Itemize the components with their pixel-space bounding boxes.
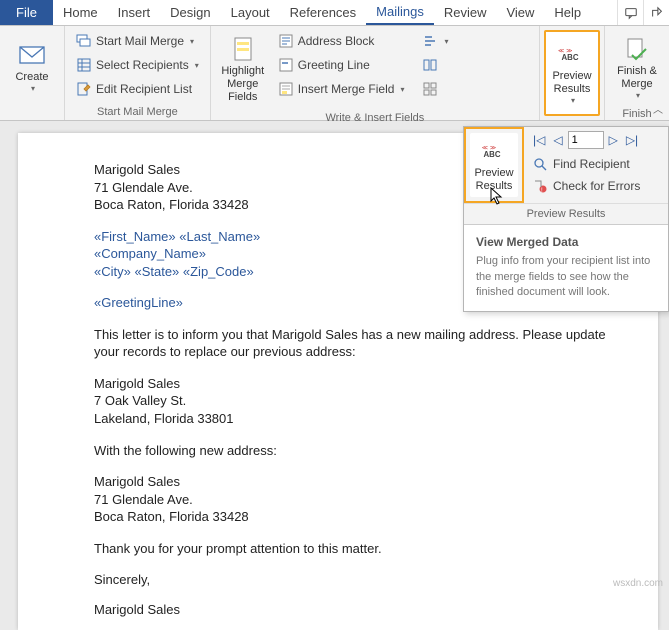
share-icon[interactable] xyxy=(643,0,669,25)
group-create: Create ▾ xyxy=(0,26,65,120)
preview-results-panel-button[interactable]: ≪ ≫ABC Preview Results xyxy=(470,133,518,197)
closing: Sincerely, xyxy=(94,571,658,589)
caret-down-icon: ▾ xyxy=(190,37,194,46)
start-mail-merge-button[interactable]: Start Mail Merge ▾ xyxy=(71,30,204,52)
group-create-label xyxy=(6,104,58,118)
update-labels-button[interactable] xyxy=(417,78,453,100)
tab-insert[interactable]: Insert xyxy=(108,0,161,25)
address-block-icon xyxy=(278,33,294,49)
highlight-merge-fields-button[interactable]: Highlight Merge Fields xyxy=(217,30,269,110)
body-paragraph: With the following new address: xyxy=(94,442,658,460)
ribbon-tabs: File Home Insert Design Layout Reference… xyxy=(0,0,669,26)
tab-references[interactable]: References xyxy=(280,0,366,25)
next-record-button[interactable]: ▷ xyxy=(606,133,621,147)
new-address-line: Boca Raton, Florida 33428 xyxy=(94,508,658,526)
rules-icon xyxy=(422,33,438,49)
record-navigation: |◁ ◁ ▷ ▷| xyxy=(530,131,662,149)
group-write-insert-label: Write & Insert Fields xyxy=(217,110,533,124)
check-errors-icon: ! xyxy=(532,178,548,194)
find-recipient-label: Find Recipient xyxy=(553,157,630,171)
caret-down-icon: ▾ xyxy=(636,91,640,101)
finish-label: Finish & Merge xyxy=(617,65,657,91)
ribbon: Create ▾ Start Mail Merge ▾ xyxy=(0,26,669,121)
tooltip-title: View Merged Data xyxy=(476,235,656,249)
record-number-input[interactable] xyxy=(568,131,604,149)
tab-design[interactable]: Design xyxy=(160,0,220,25)
caret-down-icon: ▾ xyxy=(400,85,404,94)
caret-down-icon: ▾ xyxy=(444,37,448,46)
body-paragraph: This letter is to inform you that Marigo… xyxy=(94,326,624,361)
new-address-line: Marigold Sales xyxy=(94,473,658,491)
old-address-line: 7 Oak Valley St. xyxy=(94,392,658,410)
collapse-ribbon-icon[interactable]: ︿ xyxy=(653,101,663,116)
check-errors-label: Check for Errors xyxy=(553,179,640,193)
abc-icon: ≪ ≫ABC xyxy=(558,40,586,68)
old-address-line: Lakeland, Florida 33801 xyxy=(94,410,658,428)
svg-text:ABC: ABC xyxy=(562,53,579,62)
edit-recipient-list-label: Edit Recipient List xyxy=(96,82,192,96)
mail-merge-icon xyxy=(76,33,92,49)
preview-results-button[interactable]: ≪ ≫ABC Preview Results ▾ xyxy=(544,30,600,116)
old-address-line: Marigold Sales xyxy=(94,375,658,393)
tab-review[interactable]: Review xyxy=(434,0,497,25)
tab-layout[interactable]: Layout xyxy=(221,0,280,25)
caret-down-icon: ▾ xyxy=(571,96,575,106)
group-preview-outer: ≪ ≫ABC Preview Results ▾ xyxy=(540,26,605,120)
tooltip: View Merged Data Plug info from your rec… xyxy=(464,224,668,310)
preview-results-dropdown: ≪ ≫ABC Preview Results |◁ ◁ ▷ ▷| Find Re… xyxy=(463,126,669,312)
signature: Marigold Sales xyxy=(94,601,658,619)
tab-view[interactable]: View xyxy=(496,0,544,25)
group-write-insert: Highlight Merge Fields Address Block Gre… xyxy=(211,26,540,120)
new-address-line: 71 Glendale Ave. xyxy=(94,491,658,509)
check-errors-button[interactable]: ! Check for Errors xyxy=(530,175,662,197)
tab-mailings[interactable]: Mailings xyxy=(366,0,434,25)
last-record-button[interactable]: ▷| xyxy=(623,133,641,147)
greeting-line-button[interactable]: Greeting Line xyxy=(273,54,410,76)
caret-down-icon: ▾ xyxy=(31,84,35,94)
address-block-button[interactable]: Address Block xyxy=(273,30,410,52)
recipients-icon xyxy=(76,57,92,73)
first-record-button[interactable]: |◁ xyxy=(530,133,548,147)
highlight-label: Highlight Merge Fields xyxy=(220,65,266,105)
match-fields-button[interactable] xyxy=(417,54,453,76)
find-recipient-button[interactable]: Find Recipient xyxy=(530,153,662,175)
group-start-merge-label: Start Mail Merge xyxy=(71,104,204,118)
rules-button[interactable]: ▾ xyxy=(417,30,453,52)
edit-list-icon xyxy=(76,81,92,97)
greeting-line-label: Greeting Line xyxy=(298,58,370,72)
finish-icon xyxy=(623,35,651,63)
start-mail-merge-label: Start Mail Merge xyxy=(96,34,184,48)
caret-down-icon: ▾ xyxy=(195,61,199,70)
tab-home[interactable]: Home xyxy=(53,0,108,25)
update-labels-icon xyxy=(422,81,438,97)
svg-text:ABC: ABC xyxy=(484,150,501,159)
search-icon xyxy=(532,156,548,172)
tooltip-body: Plug info from your recipient list into … xyxy=(476,254,656,300)
abc-icon: ≪ ≫ABC xyxy=(480,137,508,165)
highlight-icon xyxy=(229,35,257,63)
tab-file[interactable]: File xyxy=(0,0,53,25)
group-start-mail-merge: Start Mail Merge ▾ Select Recipients ▾ E… xyxy=(65,26,211,120)
envelope-icon xyxy=(18,41,46,69)
panel-group-label: Preview Results xyxy=(464,203,668,224)
finish-merge-button[interactable]: Finish & Merge ▾ xyxy=(611,30,663,106)
prev-record-button[interactable]: ◁ xyxy=(550,133,565,147)
insert-merge-field-label: Insert Merge Field xyxy=(298,82,395,96)
preview-panel-label: Preview Results xyxy=(474,167,513,193)
comments-icon[interactable] xyxy=(617,0,643,25)
create-button[interactable]: Create ▾ xyxy=(6,30,58,104)
edit-recipient-list-button[interactable]: Edit Recipient List xyxy=(71,78,204,100)
tab-help[interactable]: Help xyxy=(544,0,591,25)
create-label: Create xyxy=(15,71,48,84)
preview-label: Preview Results xyxy=(552,70,591,96)
address-block-label: Address Block xyxy=(298,34,375,48)
match-fields-icon xyxy=(422,57,438,73)
insert-field-icon xyxy=(278,81,294,97)
watermark: wsxdn.com xyxy=(613,578,663,589)
body-paragraph: Thank you for your prompt attention to t… xyxy=(94,540,658,558)
greeting-line-icon xyxy=(278,57,294,73)
select-recipients-button[interactable]: Select Recipients ▾ xyxy=(71,54,204,76)
select-recipients-label: Select Recipients xyxy=(96,58,189,72)
insert-merge-field-button[interactable]: Insert Merge Field ▾ xyxy=(273,78,410,100)
